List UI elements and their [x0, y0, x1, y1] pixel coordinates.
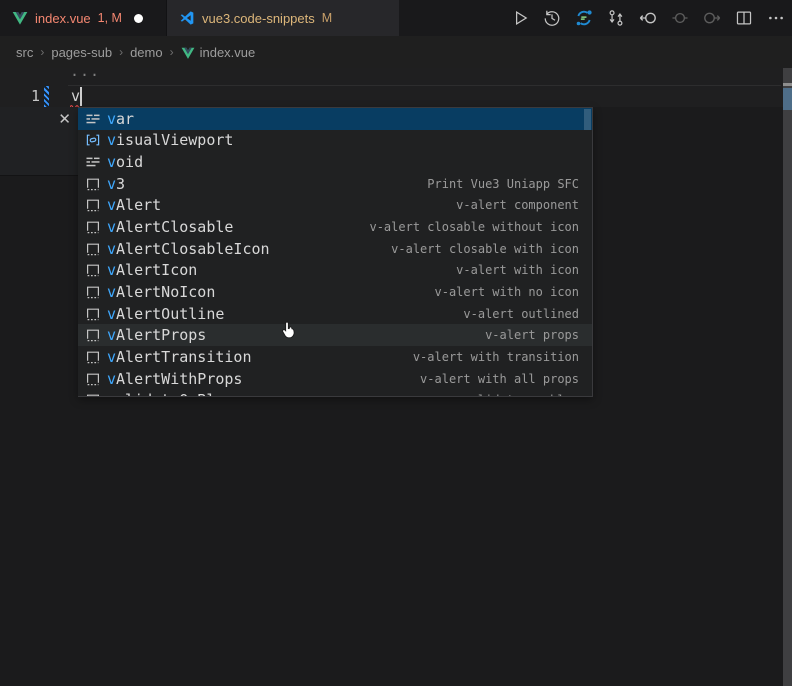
- suggestion-label: vAlertTransition: [107, 348, 252, 366]
- suggestion-label: var: [107, 110, 134, 128]
- breadcrumb-item-index-vue[interactable]: index.vue: [181, 45, 256, 60]
- symbol-snippet-icon: [85, 176, 101, 192]
- previous-change-icon[interactable]: [638, 9, 657, 28]
- suggestion-item[interactable]: var: [78, 108, 592, 130]
- symbol-keyword-icon: [85, 111, 101, 127]
- overview-ruler-mark: [783, 83, 792, 86]
- line-number: 1: [22, 87, 40, 105]
- symbol-snippet-icon: [85, 241, 101, 257]
- suggestion-item[interactable]: void: [78, 151, 592, 173]
- suggestion-label: vAlertClosable: [107, 218, 233, 236]
- suggestion-detail: v-alert closable without icon: [369, 220, 592, 234]
- symbol-snippet-icon: [85, 349, 101, 365]
- run-button[interactable]: [510, 9, 529, 28]
- tab-bar: index.vue 1, M vue3.code-snippets M: [0, 0, 792, 36]
- tab-title: vue3.code-snippets: [202, 11, 315, 26]
- current-line-border: [68, 85, 781, 86]
- suggestion-detail: Print Vue3 Uniapp SFC: [427, 177, 592, 191]
- suggestion-item[interactable]: vAlertNoIcon v-alert with no icon: [78, 281, 592, 303]
- split-editor-icon[interactable]: [734, 9, 753, 28]
- suggestion-label: vAlertWithProps: [107, 370, 242, 388]
- folded-code-hint[interactable]: ···: [70, 66, 100, 85]
- suggestion-detail: v-alert component: [456, 198, 592, 212]
- next-change-icon[interactable]: [702, 9, 721, 28]
- symbol-snippet-icon: [85, 392, 101, 397]
- suggestion-label: v3: [107, 175, 125, 193]
- suggestion-detail: v-alert with transition: [413, 350, 592, 364]
- close-icon[interactable]: ✕: [58, 112, 71, 127]
- symbol-snippet-icon: [85, 262, 101, 278]
- suggestion-label: vAlert: [107, 196, 161, 214]
- suggestion-detail: v-alert props: [485, 328, 592, 342]
- editor-code-area[interactable]: [0, 68, 783, 107]
- suggestion-detail: v-alert closable with icon: [391, 242, 592, 256]
- breadcrumb-item-demo[interactable]: demo: [130, 45, 163, 60]
- vscode-logo-icon: [179, 10, 195, 26]
- breadcrumb: src › pages-sub › demo › index.vue: [0, 36, 792, 68]
- breadcrumb-item-src[interactable]: src: [16, 45, 33, 60]
- suggestion-item[interactable]: v3 Print Vue3 Uniapp SFC: [78, 173, 592, 195]
- suggestion-item[interactable]: vAlertOutline v-alert outlined: [78, 303, 592, 325]
- suggestion-label: void: [107, 153, 143, 171]
- suggestion-item[interactable]: visualViewport: [78, 130, 592, 152]
- suggestion-item[interactable]: vAlert v-alert component: [78, 195, 592, 217]
- git-modified-gutter-icon[interactable]: [44, 86, 49, 107]
- suggestion-item[interactable]: vAlertProps v-alert props: [78, 324, 592, 346]
- symbol-variable-icon: [85, 132, 101, 148]
- suggestion-item[interactable]: vAlertClosableIcon v-alert closable with …: [78, 238, 592, 260]
- compare-changes-icon[interactable]: [606, 9, 625, 28]
- suggestion-item[interactable]: vAlertClosable v-alert closable without i…: [78, 216, 592, 238]
- tab-problems-badge: 1, M: [98, 11, 122, 25]
- breadcrumb-item-pages-sub[interactable]: pages-sub: [51, 45, 112, 60]
- sync-extension-icon[interactable]: [574, 9, 593, 28]
- suggestion-label: vAlertProps: [107, 326, 206, 344]
- symbol-snippet-icon: [85, 284, 101, 300]
- symbol-snippet-icon: [85, 327, 101, 343]
- unsaved-dot-icon[interactable]: [134, 14, 143, 23]
- suggest-scrollbar-thumb[interactable]: [584, 109, 591, 130]
- suggest-widget: var visualViewport void v3 Print Vue3 Uni…: [78, 107, 593, 397]
- breadcrumb-file-label: index.vue: [200, 45, 256, 60]
- symbol-snippet-icon: [85, 371, 101, 387]
- suggestion-label: visualViewport: [107, 131, 233, 149]
- more-actions-icon[interactable]: [766, 9, 785, 28]
- tab-vue3-code-snippets[interactable]: vue3.code-snippets M: [166, 0, 399, 36]
- editor-toolbar: [510, 0, 785, 36]
- breadcrumb-separator-icon: ›: [40, 45, 44, 59]
- current-change-icon[interactable]: [670, 9, 689, 28]
- suggestion-label: vAlertOutline: [107, 305, 224, 323]
- vue-logo-icon: [12, 10, 28, 26]
- editor-scrollbar[interactable]: [783, 68, 792, 686]
- suggestion-detail: validate-on-blur: [463, 393, 592, 397]
- suggestion-item[interactable]: validateOnBlur validate-on-blur: [78, 389, 592, 397]
- history-icon[interactable]: [542, 9, 561, 28]
- tab-modified-badge: M: [322, 11, 332, 25]
- suggestion-item[interactable]: vAlertTransition v-alert with transition: [78, 346, 592, 368]
- vscode-window: index.vue 1, M vue3.code-snippets M: [0, 0, 792, 686]
- suggestion-detail: v-alert outlined: [463, 307, 592, 321]
- breadcrumb-separator-icon: ›: [119, 45, 123, 59]
- suggestion-detail: v-alert with no icon: [435, 285, 593, 299]
- symbol-snippet-icon: [85, 306, 101, 322]
- tab-index-vue[interactable]: index.vue 1, M: [0, 0, 166, 36]
- suggestion-label: vAlertIcon: [107, 261, 197, 279]
- suggestion-item[interactable]: vAlertIcon v-alert with icon: [78, 259, 592, 281]
- symbol-keyword-icon: [85, 154, 101, 170]
- suggestion-label: vAlertNoIcon: [107, 283, 215, 301]
- code-line-text[interactable]: v: [71, 87, 80, 105]
- breadcrumb-separator-icon: ›: [170, 45, 174, 59]
- suggestion-detail: v-alert with icon: [456, 263, 592, 277]
- suggestion-label: vAlertClosableIcon: [107, 240, 270, 258]
- tab-title: index.vue: [35, 11, 91, 26]
- vue-logo-icon: [181, 46, 195, 60]
- suggestion-item[interactable]: vAlertWithProps v-alert with all props: [78, 368, 592, 390]
- overview-ruler-modified-marker: [783, 88, 792, 110]
- suggest-docs-panel: ✕: [0, 107, 78, 176]
- symbol-snippet-icon: [85, 197, 101, 213]
- suggestion-label: validateOnBlur: [107, 391, 233, 397]
- suggestion-detail: v-alert with all props: [420, 372, 592, 386]
- suggestion-list: var visualViewport void v3 Print Vue3 Uni…: [78, 108, 592, 397]
- symbol-snippet-icon: [85, 219, 101, 235]
